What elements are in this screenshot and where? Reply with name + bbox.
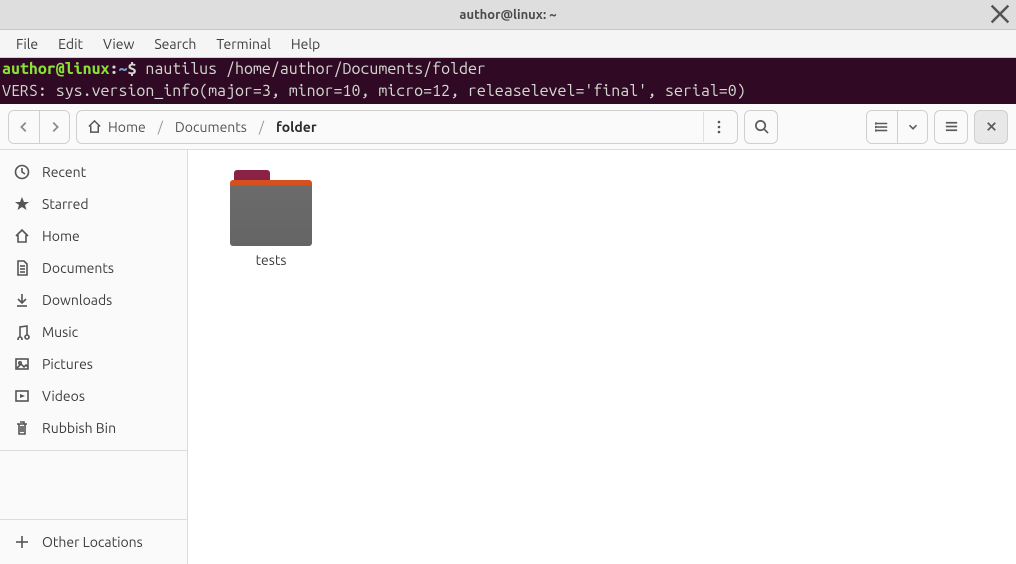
breadcrumb-current[interactable]: folder <box>270 115 323 139</box>
files-view[interactable]: tests <box>188 150 1016 564</box>
sidebar-item-downloads[interactable]: Downloads <box>0 284 187 316</box>
sidebar-item-starred[interactable]: Starred <box>0 188 187 220</box>
back-button[interactable] <box>9 111 39 143</box>
terminal-user: author@linux <box>2 60 110 78</box>
menu-search[interactable]: Search <box>144 32 206 56</box>
nautilus-window: Home / Documents / folder <box>0 104 1016 564</box>
terminal-command: nautilus /home/author/Documents/folder <box>145 60 485 78</box>
sidebar-item-recent[interactable]: Recent <box>0 156 187 188</box>
menu-help[interactable]: Help <box>281 32 330 56</box>
folder-item-tests[interactable]: tests <box>216 170 326 268</box>
path-bar: Home / Documents / folder <box>76 110 738 144</box>
sidebar-item-videos[interactable]: Videos <box>0 380 187 412</box>
path-menu-button[interactable] <box>703 112 733 142</box>
breadcrumb-separator: / <box>158 119 163 135</box>
view-mode-combo <box>866 110 928 144</box>
nav-buttons <box>8 110 70 144</box>
terminal-output[interactable]: author@linux:~$ nautilus /home/author/Do… <box>0 58 1016 104</box>
sidebar-item-music[interactable]: Music <box>0 316 187 348</box>
breadcrumb-documents[interactable]: Documents <box>169 115 253 139</box>
list-view-button[interactable] <box>867 111 897 143</box>
breadcrumb-home[interactable]: Home <box>81 115 152 139</box>
sidebar-item-pictures[interactable]: Pictures <box>0 348 187 380</box>
menubar: File Edit View Search Terminal Help <box>0 30 1016 58</box>
window-close-button[interactable] <box>990 4 1010 24</box>
nautilus-close-button[interactable] <box>974 110 1008 144</box>
folder-icon <box>230 170 312 246</box>
view-dropdown-button[interactable] <box>897 111 927 143</box>
window-title-bar: author@linux: ~ <box>0 0 1016 30</box>
sidebar: Recent Starred Home Documents Downloads … <box>0 150 188 564</box>
menu-view[interactable]: View <box>93 32 144 56</box>
sidebar-item-home[interactable]: Home <box>0 220 187 252</box>
sidebar-separator <box>0 519 187 520</box>
forward-button[interactable] <box>39 111 69 143</box>
terminal-stdout-line: VERS: sys.version_info(major=3, minor=10… <box>2 82 746 100</box>
search-button[interactable] <box>744 110 778 144</box>
sidebar-item-other-locations[interactable]: Other Locations <box>0 526 187 558</box>
menu-edit[interactable]: Edit <box>48 32 93 56</box>
menu-terminal[interactable]: Terminal <box>206 32 281 56</box>
menu-file[interactable]: File <box>6 32 48 56</box>
nautilus-body: Recent Starred Home Documents Downloads … <box>0 150 1016 564</box>
breadcrumb-separator: / <box>259 119 264 135</box>
sidebar-item-documents[interactable]: Documents <box>0 252 187 284</box>
sidebar-separator <box>0 450 187 451</box>
nautilus-header-bar: Home / Documents / folder <box>0 104 1016 150</box>
folder-label: tests <box>256 252 287 268</box>
hamburger-menu-button[interactable] <box>934 110 968 144</box>
sidebar-item-trash[interactable]: Rubbish Bin <box>0 412 187 444</box>
window-title: author@linux: ~ <box>459 8 556 22</box>
